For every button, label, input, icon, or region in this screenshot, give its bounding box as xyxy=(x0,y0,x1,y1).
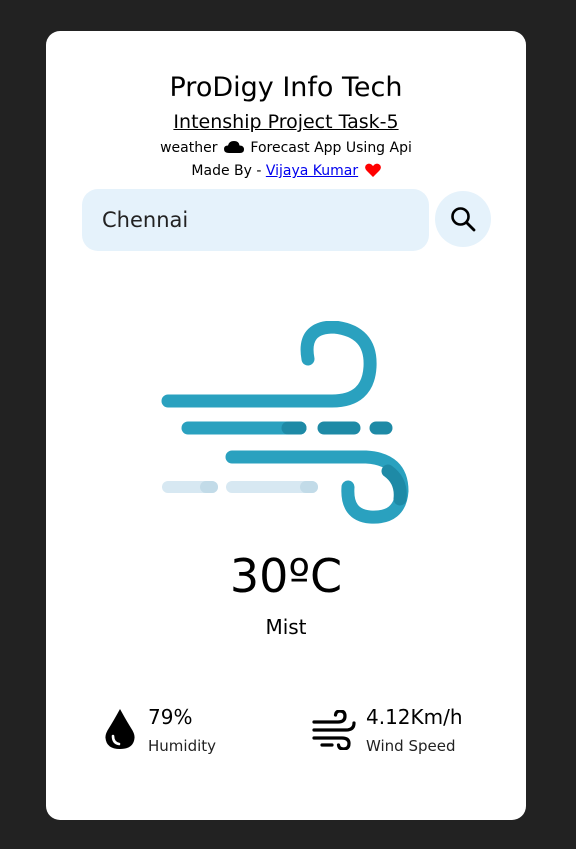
search-button[interactable] xyxy=(435,191,491,247)
page-title: ProDigy Info Tech xyxy=(169,72,403,103)
humidity-value: 79% xyxy=(148,705,193,729)
wind-weather-icon xyxy=(156,320,416,535)
author-link[interactable]: Vijaya Kumar xyxy=(266,163,358,179)
weather-condition: Mist xyxy=(265,615,307,639)
made-by-prefix: Made By - xyxy=(191,163,262,179)
water-drop-icon xyxy=(104,708,136,754)
app-description: weather Forecast App Using Api xyxy=(46,138,526,160)
page-subtitle: Intenship Project Task-5 xyxy=(173,111,399,133)
city-search-input[interactable] xyxy=(82,189,429,251)
desc-suffix: Forecast App Using Api xyxy=(250,140,412,156)
made-by-line: Made By - Vijaya Kumar xyxy=(46,161,526,183)
weather-card: ProDigy Info Tech Intenship Project Task… xyxy=(46,31,526,820)
cloud-icon xyxy=(223,140,244,160)
wind-speed-value: 4.12Km/h xyxy=(366,705,463,729)
desc-prefix: weather xyxy=(160,140,218,156)
humidity-label: Humidity xyxy=(148,737,217,755)
heart-icon xyxy=(364,163,381,183)
temperature-value: 30ºC xyxy=(229,549,343,603)
wind-speed-label: Wind Speed xyxy=(366,737,456,755)
wind-icon xyxy=(312,709,356,754)
search-icon xyxy=(451,207,476,232)
